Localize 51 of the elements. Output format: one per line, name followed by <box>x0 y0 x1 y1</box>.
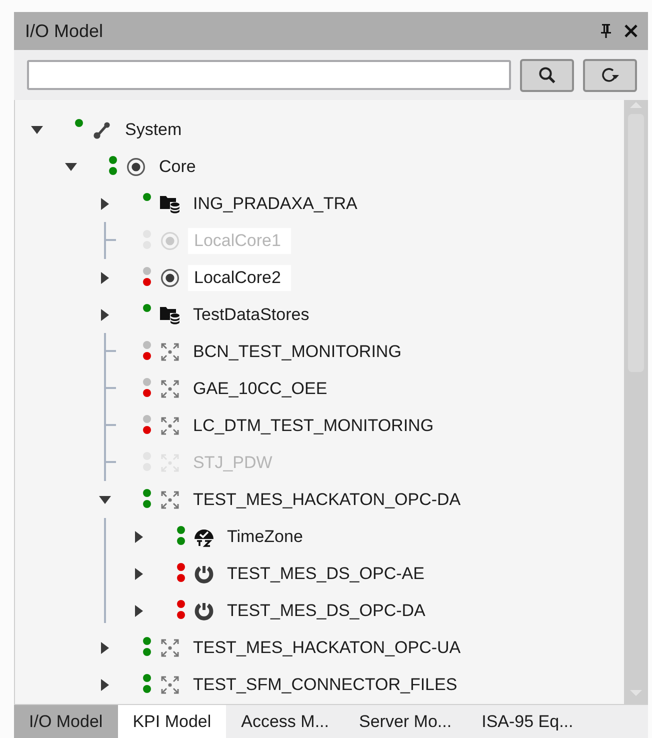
target-icon <box>160 230 180 250</box>
tree-item[interactable]: TestDataStores <box>190 304 312 326</box>
tree-item[interactable]: TEST_SFM_CONNECTOR_FILES <box>190 674 460 696</box>
caret-right-icon[interactable] <box>134 604 144 618</box>
tree-item[interactable]: TEST_MES_HACKATON_OPC-UA <box>190 636 464 658</box>
caret-right-icon[interactable] <box>100 196 110 210</box>
refresh-button[interactable] <box>583 58 637 92</box>
target-icon <box>126 156 146 176</box>
caret-right-icon[interactable] <box>134 566 144 580</box>
pin-icon[interactable] <box>600 23 612 39</box>
expand-arrows-icon <box>160 490 180 510</box>
caret-right-icon[interactable] <box>100 640 110 654</box>
tree-item[interactable]: System <box>122 118 185 140</box>
panel-tab[interactable]: KPI Model <box>118 705 226 738</box>
panel-tab[interactable]: I/O Model <box>14 705 118 738</box>
caret-right-icon[interactable] <box>100 308 110 322</box>
scrollbar[interactable] <box>624 100 648 704</box>
tree-item[interactable]: BCN_TEST_MONITORING <box>190 340 404 362</box>
panel-title: I/O Model <box>25 20 104 42</box>
panel-tab[interactable]: ISA-95 Eq... <box>466 705 588 738</box>
target-icon <box>160 268 180 288</box>
caret-down-icon[interactable] <box>98 494 112 504</box>
expand-arrows-icon <box>160 638 180 658</box>
tree-item[interactable]: GAE_10CC_OEE <box>190 378 330 400</box>
tree-item[interactable]: TEST_MES_DS_OPC-DA <box>224 600 428 622</box>
tree-item[interactable]: LocalCore2 <box>188 264 291 290</box>
search-field[interactable] <box>27 60 511 90</box>
close-icon[interactable] <box>624 24 638 38</box>
caret-down-icon[interactable] <box>30 124 44 134</box>
panel-tab[interactable]: Access M... <box>226 705 344 738</box>
tree-item[interactable]: TEST_MES_HACKATON_OPC-DA <box>190 488 464 510</box>
link-nodes-icon <box>92 120 112 140</box>
caret-down-icon[interactable] <box>64 162 78 172</box>
expand-arrows-icon <box>160 342 180 362</box>
caret-right-icon[interactable] <box>100 270 110 284</box>
expand-arrows-icon <box>160 416 180 436</box>
expand-arrows-icon <box>160 378 180 398</box>
refresh-icon <box>600 66 620 84</box>
search-button[interactable] <box>520 58 574 92</box>
expand-arrows-icon <box>160 674 180 694</box>
tree-item[interactable]: TEST_MES_DS_OPC-AE <box>224 562 428 584</box>
tree-item[interactable]: ING_PRADAXA_TRA <box>190 192 360 214</box>
tree-item[interactable]: LC_DTM_TEST_MONITORING <box>190 414 437 436</box>
caret-right-icon[interactable] <box>134 530 144 544</box>
tree-item[interactable]: Core <box>156 156 199 178</box>
power-icon <box>194 600 214 620</box>
tree-item[interactable]: TimeZone <box>224 526 306 548</box>
panel-tab[interactable]: Server Mo... <box>344 705 467 738</box>
search-icon <box>538 66 556 84</box>
power-icon <box>194 564 214 584</box>
caret-right-icon[interactable] <box>100 678 110 692</box>
